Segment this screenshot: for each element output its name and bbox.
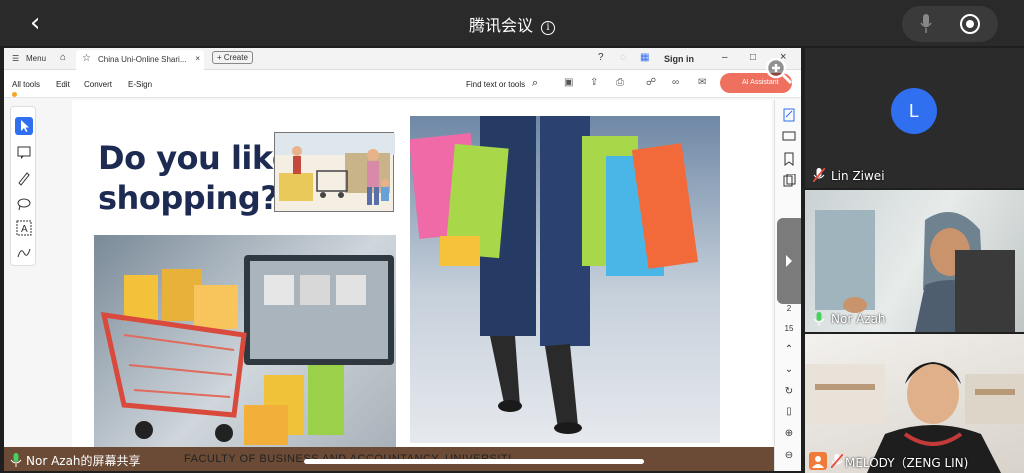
maximize-icon[interactable]: □ (750, 52, 756, 63)
mic-muted-icon (831, 454, 843, 468)
lasso-tool-icon[interactable] (15, 195, 33, 213)
find-tools-input[interactable]: Find text or tools (466, 80, 525, 89)
left-tool-rail: A (10, 106, 36, 266)
tab-close-icon[interactable]: × (195, 54, 200, 63)
convert-tab[interactable]: Convert (84, 80, 112, 89)
create-label: Create (223, 53, 248, 62)
print-icon[interactable]: ⎙ (616, 77, 624, 88)
create-button[interactable]: + Create (212, 51, 253, 64)
pen-tool-icon[interactable] (15, 169, 33, 187)
menu-icon[interactable]: ☰ (12, 54, 19, 63)
notification-dot (12, 92, 17, 97)
browser-tab[interactable]: ☆ China Uni-Online Shari... × (76, 50, 204, 70)
all-tools-tab[interactable]: All tools (12, 80, 40, 89)
participant-name: Lin Ziwei (831, 169, 885, 183)
share-icon[interactable]: ☍ (646, 77, 656, 88)
svg-text:A: A (21, 224, 28, 235)
shopping-bags-photo (410, 116, 720, 443)
browser-titlebar: ☰ Menu ⌂ ☆ China Uni-Online Shari... × +… (4, 48, 801, 70)
minimize-icon[interactable]: – (722, 52, 728, 63)
participant-name: MELODY（ZENG LIN) (845, 456, 969, 470)
esign-tab[interactable]: E-Sign (128, 80, 152, 89)
chevron-up-icon[interactable]: ⌃ (780, 344, 798, 355)
headline-line-2: shopping? (98, 179, 279, 217)
mic-active-icon (813, 312, 825, 326)
online-shopping-cart-photo (94, 235, 396, 455)
save-icon[interactable]: ▣ (564, 77, 573, 88)
participant-tile[interactable]: Nor Azah (805, 190, 1024, 332)
sign-tool-icon[interactable] (15, 243, 33, 261)
record-icon[interactable] (960, 14, 980, 34)
mic-icon[interactable] (920, 14, 932, 34)
shopping-cartoon-image (274, 132, 395, 212)
comments-icon[interactable] (782, 130, 796, 144)
search-icon[interactable]: ⌕ (532, 77, 538, 90)
participant-video (815, 210, 1015, 332)
headline-line-1: Do you like (98, 139, 294, 177)
acrobat-toolbar: All tools Edit Convert E-Sign Find text … (4, 70, 801, 98)
panel-toggle[interactable] (777, 218, 801, 304)
person-icon (809, 452, 827, 470)
slide-headline: Do you like shopping? (98, 138, 294, 218)
info-icon[interactable]: i (541, 21, 555, 35)
text-tool-icon[interactable]: A (15, 219, 33, 237)
total-pages: 15 (784, 324, 794, 333)
bookmark-icon[interactable] (782, 152, 796, 166)
sharer-mic-icon (10, 453, 22, 467)
tab-title: China Uni-Online Shari... (98, 55, 187, 64)
apps-icon[interactable]: ▦ (640, 52, 649, 63)
chevron-right-icon (786, 255, 792, 267)
meeting-top-bar: ‹ 腾讯会议 i (0, 0, 1024, 46)
link-icon[interactable]: ∞ (672, 77, 679, 88)
zoom-out-icon[interactable]: ⊖ (780, 450, 798, 461)
help-icon[interactable]: ? (598, 52, 604, 63)
participant-tile[interactable]: MELODY（ZENG LIN) (805, 334, 1024, 473)
mail-icon[interactable]: ✉ (698, 77, 706, 88)
home-icon[interactable]: ⌂ (60, 52, 66, 63)
meeting-title-text: 腾讯会议 (468, 16, 533, 35)
edit-tab[interactable]: Edit (56, 80, 70, 89)
select-tool-icon[interactable] (15, 117, 33, 135)
pages-icon[interactable] (782, 173, 796, 188)
participant-name: Nor Azah (831, 312, 886, 326)
magnifier-zoom-icon[interactable] (764, 56, 794, 86)
screen-share-label: Nor Azah的屏幕共享 (26, 454, 141, 468)
refresh-icon[interactable]: ↻ (780, 386, 798, 397)
sign-in-link[interactable]: Sign in (664, 54, 694, 64)
menu-label[interactable]: Menu (26, 54, 46, 63)
meeting-title: 腾讯会议 i (0, 12, 1024, 36)
bell-icon[interactable]: ◌ (620, 52, 626, 63)
mic-muted-icon (813, 168, 825, 182)
top-controls (902, 6, 998, 42)
comment-tool-icon[interactable] (15, 143, 33, 161)
zoom-in-icon[interactable]: ⊕ (780, 428, 798, 439)
participant-tile[interactable]: L Lin Ziwei (805, 48, 1024, 188)
participant-video (805, 362, 1024, 473)
current-page[interactable]: 2 (780, 304, 798, 313)
file-icon[interactable]: ▯ (780, 406, 798, 417)
chevron-down-icon[interactable]: ⌄ (780, 364, 798, 375)
shared-screen: ☰ Menu ⌂ ☆ China Uni-Online Shari... × +… (4, 48, 801, 471)
upload-icon[interactable]: ⇪ (590, 77, 598, 88)
avatar: L (891, 88, 937, 134)
horizontal-scrollbar[interactable] (304, 459, 644, 464)
edit-pdf-icon[interactable] (782, 108, 796, 122)
star-icon: ☆ (82, 53, 91, 64)
